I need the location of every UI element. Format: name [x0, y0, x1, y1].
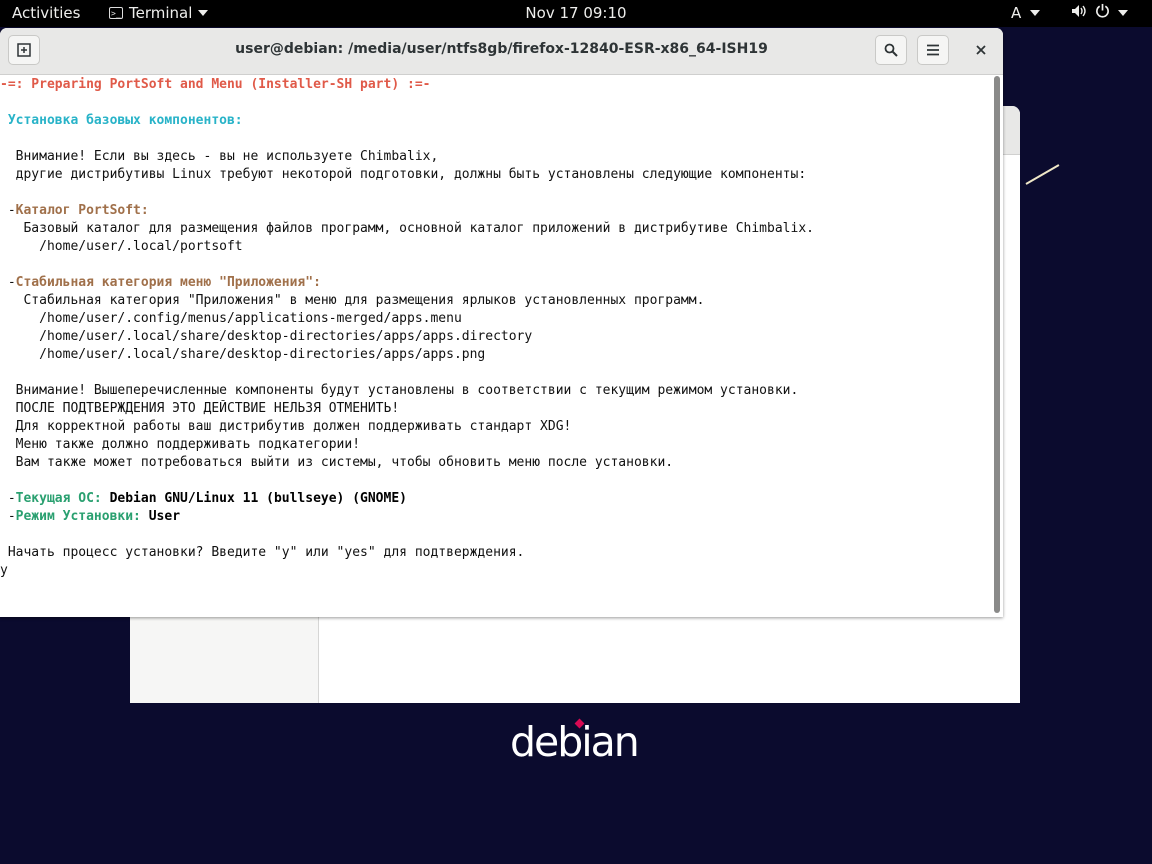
os-value: Debian GNU/Linux 11 (bullseye) (GNOME) [109, 491, 407, 506]
dropdown-arrow-icon [1030, 10, 1041, 16]
keyboard-layout-label: A [1011, 4, 1022, 22]
terminal-line-empty [0, 130, 990, 148]
terminal-window[interactable]: user@debian: /media/user/ntfs8gb/firefox… [0, 28, 1003, 617]
line-dash: - [0, 491, 16, 506]
menu-button[interactable] [917, 35, 949, 65]
terminal-line: -Стабильная категория меню "Приложения": [0, 274, 990, 292]
desktop-decoration [1025, 164, 1060, 185]
close-button[interactable] [966, 35, 996, 65]
terminal-output[interactable]: -=: Preparing PortSoft and Menu (Install… [0, 75, 990, 618]
section-heading: Каталог PortSoft: [15, 203, 149, 218]
terminal-line: /home/user/.local/portsoft [0, 239, 243, 254]
close-icon [976, 45, 986, 55]
dropdown-arrow-icon [1118, 9, 1128, 16]
terminal-line: Установка базовых компонентов: [0, 113, 243, 128]
dropdown-arrow-icon [198, 10, 209, 16]
app-menu[interactable]: >_ Terminal [109, 4, 209, 22]
line-dash: - [0, 275, 16, 290]
search-button[interactable] [875, 35, 907, 65]
line-dash: - [0, 509, 16, 524]
terminal-line-empty [0, 256, 990, 274]
clock[interactable]: Nov 17 09:10 [525, 4, 626, 22]
terminal-line: /home/user/.local/share/desktop-director… [0, 329, 533, 344]
new-tab-button[interactable] [8, 35, 40, 65]
terminal-line: другие дистрибутивы Linux требуют некото… [0, 167, 807, 182]
terminal-line: ПОСЛЕ ПОДТВЕРЖДЕНИЯ ЭТО ДЕЙСТВИЕ НЕЛЬЗЯ … [0, 401, 400, 416]
line-dash: - [0, 203, 16, 218]
terminal-title: user@debian: /media/user/ntfs8gb/firefox… [235, 41, 768, 57]
terminal-line: /home/user/.local/share/desktop-director… [0, 347, 486, 362]
install-mode-label: Режим Установки: [15, 509, 149, 524]
terminal-line-empty [0, 526, 990, 544]
hamburger-menu-icon [927, 44, 939, 56]
terminal-line: Внимание! Если вы здесь - вы не использу… [0, 149, 439, 164]
terminal-line-empty [0, 364, 990, 382]
terminal-line-empty [0, 472, 990, 490]
debian-logo-text: debian [510, 718, 640, 766]
terminal-headerbar[interactable]: user@debian: /media/user/ntfs8gb/firefox… [0, 28, 1003, 75]
activities-button[interactable]: Activities [12, 4, 80, 22]
terminal-line: Внимание! Вышеперечисленные компоненты б… [0, 383, 799, 398]
volume-icon [1071, 4, 1087, 22]
terminal-icon: >_ [109, 7, 123, 19]
install-mode-value: User [148, 509, 181, 524]
search-icon [884, 43, 898, 57]
terminal-line-empty [0, 94, 990, 112]
os-label: Текущая ОС: [15, 491, 110, 506]
terminal-input-line[interactable]: y [0, 562, 990, 580]
terminal-line: -Каталог PortSoft: [0, 202, 990, 220]
terminal-line: Базовый каталог для размещения файлов пр… [0, 221, 814, 236]
system-menu[interactable] [1071, 3, 1128, 22]
terminal-line: -=: Preparing PortSoft and Menu (Install… [0, 77, 431, 92]
terminal-line: Вам также может потребоваться выйти из с… [0, 455, 674, 470]
terminal-line: Начать процесс установки? Введите "y" ил… [0, 545, 525, 560]
power-icon [1095, 3, 1110, 22]
top-bar: Activities >_ Terminal Nov 17 09:10 A [0, 0, 1152, 27]
terminal-line-empty [0, 184, 990, 202]
terminal-line: /home/user/.config/menus/applications-me… [0, 311, 462, 326]
terminal-line: Для корректной работы ваш дистрибутив до… [0, 419, 572, 434]
terminal-line: -Текущая ОС: Debian GNU/Linux 11 (bullse… [0, 490, 990, 508]
terminal-line: -Режим Установки: User [0, 508, 990, 526]
new-tab-icon [17, 43, 31, 57]
debian-logo: debian [510, 718, 640, 766]
app-menu-label: Terminal [129, 4, 193, 22]
terminal-line: Стабильная категория "Приложения" в меню… [0, 293, 705, 308]
keyboard-layout-indicator[interactable]: A [1011, 4, 1041, 22]
terminal-line: Меню также должно поддерживать подкатего… [0, 437, 361, 452]
section-heading: Стабильная категория меню "Приложения": [15, 275, 321, 290]
scrollbar[interactable] [994, 76, 1000, 613]
